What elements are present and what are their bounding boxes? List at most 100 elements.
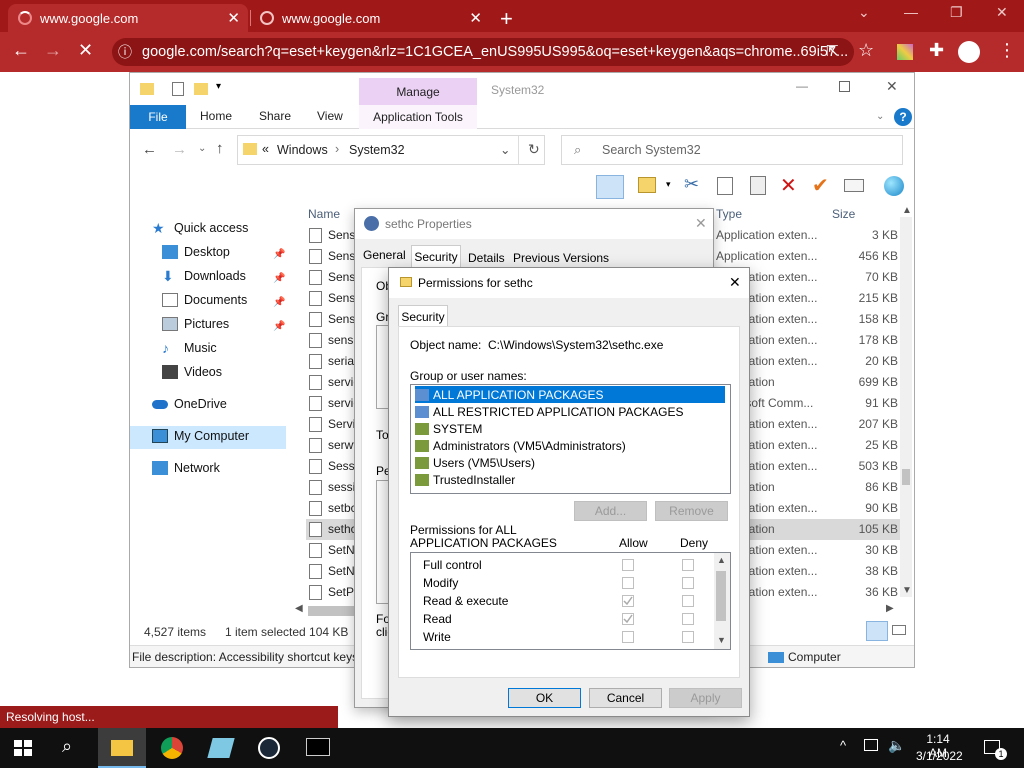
recent-locations-icon[interactable]: ⌄: [198, 143, 206, 154]
scroll-up-icon[interactable]: ▲: [717, 555, 726, 565]
user-row[interactable]: ALL RESTRICTED APPLICATION PACKAGES: [415, 403, 725, 420]
manage-context-tab[interactable]: Manage: [359, 78, 477, 105]
close-tab-icon[interactable]: ✕: [227, 9, 240, 27]
nav-desktop[interactable]: Desktop: [162, 245, 230, 259]
terminal-icon[interactable]: [306, 738, 330, 756]
new-tab-button[interactable]: +: [500, 6, 513, 32]
allow-checkbox[interactable]: [622, 577, 634, 589]
nav-network[interactable]: Network: [152, 461, 220, 475]
refresh-icon[interactable]: ↻: [528, 141, 540, 158]
details-view-icon[interactable]: [866, 621, 888, 641]
deny-checkbox[interactable]: [682, 577, 694, 589]
cut-icon[interactable]: ✂: [684, 174, 699, 195]
horizontal-scroll-thumb[interactable]: [308, 606, 356, 616]
tab-view[interactable]: View: [317, 109, 343, 123]
menu-icon[interactable]: ⋮: [998, 40, 1016, 61]
properties-icon[interactable]: [172, 82, 184, 96]
search-input[interactable]: ⌕ Search System32: [561, 135, 903, 165]
back-icon[interactable]: ←: [12, 40, 30, 61]
windows-start-icon[interactable]: [14, 740, 32, 756]
vertical-scrollbar[interactable]: [900, 217, 912, 597]
close-tab-icon[interactable]: ✕: [469, 9, 482, 27]
chevron-up-icon[interactable]: ^: [840, 738, 846, 753]
deny-checkbox[interactable]: [682, 613, 694, 625]
help-icon[interactable]: ?: [894, 108, 912, 126]
address-bar[interactable]: « Windows › System32 ⌄ ↻: [237, 135, 545, 165]
rename-icon[interactable]: [844, 179, 864, 192]
new-folder-icon[interactable]: [194, 83, 208, 95]
app-icon[interactable]: [207, 738, 235, 758]
browser-tab[interactable]: www.google.com ✕: [250, 4, 490, 32]
nav-pictures[interactable]: Pictures: [162, 317, 229, 331]
nav-onedrive[interactable]: OneDrive: [152, 397, 227, 411]
info-icon[interactable]: ⓘ: [118, 42, 132, 62]
chevron-down-icon[interactable]: ⌄: [500, 142, 510, 157]
new-folder-icon[interactable]: [638, 177, 656, 193]
allow-checkbox[interactable]: [622, 595, 634, 607]
delete-icon[interactable]: ✕: [780, 173, 797, 198]
breadcrumb-windows[interactable]: Windows: [277, 143, 328, 157]
nav-music[interactable]: ♪ Music: [162, 341, 217, 355]
minimize-icon[interactable]: —: [796, 79, 808, 93]
puzzle-icon[interactable]: ✚: [929, 40, 944, 61]
close-window-icon[interactable]: ✕: [886, 78, 898, 95]
tab-application-tools[interactable]: Application Tools: [359, 105, 477, 129]
scroll-down-icon[interactable]: ▼: [717, 635, 726, 645]
user-row[interactable]: Users (VM5\Users): [415, 454, 725, 471]
user-list[interactable]: ALL APPLICATION PACKAGES ALL RESTRICTED A…: [410, 384, 731, 494]
chevron-right-icon[interactable]: ›: [335, 142, 339, 156]
column-name[interactable]: Name: [308, 207, 340, 221]
stop-icon[interactable]: ✕: [78, 40, 93, 61]
tab-security[interactable]: Security: [398, 305, 448, 327]
checkmark-icon[interactable]: ✔: [812, 173, 829, 198]
paste-icon[interactable]: [750, 176, 766, 195]
breadcrumb-overflow[interactable]: «: [262, 142, 269, 156]
tab-general[interactable]: General: [363, 248, 406, 262]
folder-icon[interactable]: [140, 83, 154, 95]
bookmark-star-icon[interactable]: ☆: [858, 40, 874, 61]
pin-icon[interactable]: 📌: [273, 273, 285, 284]
tab-file[interactable]: File: [130, 105, 186, 129]
cancel-button[interactable]: Cancel: [589, 688, 662, 708]
globe-icon[interactable]: [884, 176, 904, 196]
chrome-icon[interactable]: [161, 737, 183, 759]
nav-documents[interactable]: Documents: [162, 293, 247, 307]
allow-checkbox[interactable]: [622, 631, 634, 643]
scroll-down-icon[interactable]: ▼: [902, 585, 912, 596]
scroll-left-icon[interactable]: ◀: [295, 603, 303, 614]
tab-home[interactable]: Home: [200, 109, 232, 123]
allow-checkbox[interactable]: [622, 613, 634, 625]
deny-checkbox[interactable]: [682, 595, 694, 607]
scrollbar-thumb[interactable]: [716, 571, 726, 621]
nav-quick-access[interactable]: ★ Quick access: [152, 221, 248, 235]
scrollbar-thumb[interactable]: [902, 469, 910, 485]
up-icon[interactable]: ↑: [216, 140, 224, 157]
scroll-up-icon[interactable]: ▲: [902, 205, 912, 216]
forward-icon[interactable]: →: [44, 40, 62, 61]
qat-dropdown-icon[interactable]: ▾: [216, 81, 221, 92]
pin-icon[interactable]: 📌: [273, 321, 285, 332]
minimize-icon[interactable]: —: [904, 4, 918, 20]
tab-security[interactable]: Security: [411, 245, 461, 267]
preview-pane-button[interactable]: [596, 175, 624, 199]
user-row[interactable]: SYSTEM: [415, 420, 725, 437]
allow-checkbox[interactable]: [622, 559, 634, 571]
profile-avatar[interactable]: [958, 41, 980, 63]
add-button[interactable]: Add...: [574, 501, 647, 521]
deny-checkbox[interactable]: [682, 631, 694, 643]
deny-checkbox[interactable]: [682, 559, 694, 571]
close-icon[interactable]: ✕: [729, 274, 741, 291]
extension-icon[interactable]: [897, 44, 913, 60]
nav-videos[interactable]: Videos: [162, 365, 222, 379]
restore-icon[interactable]: ❐: [950, 4, 963, 21]
clock-date[interactable]: 3/1/2022: [916, 749, 963, 763]
chevron-down-icon[interactable]: ⌄: [876, 111, 884, 122]
chevron-down-icon[interactable]: ⌄: [858, 4, 870, 21]
large-icons-view-icon[interactable]: [892, 625, 906, 635]
close-icon[interactable]: ✕: [695, 215, 707, 232]
pin-icon[interactable]: 📌: [273, 297, 285, 308]
user-row[interactable]: TrustedInstaller: [415, 471, 725, 488]
network-icon[interactable]: [864, 739, 878, 751]
address-bar[interactable]: google.com/search?q=eset+keygen&rlz=1C1G…: [112, 38, 854, 66]
search-icon[interactable]: ⌕: [62, 736, 72, 757]
